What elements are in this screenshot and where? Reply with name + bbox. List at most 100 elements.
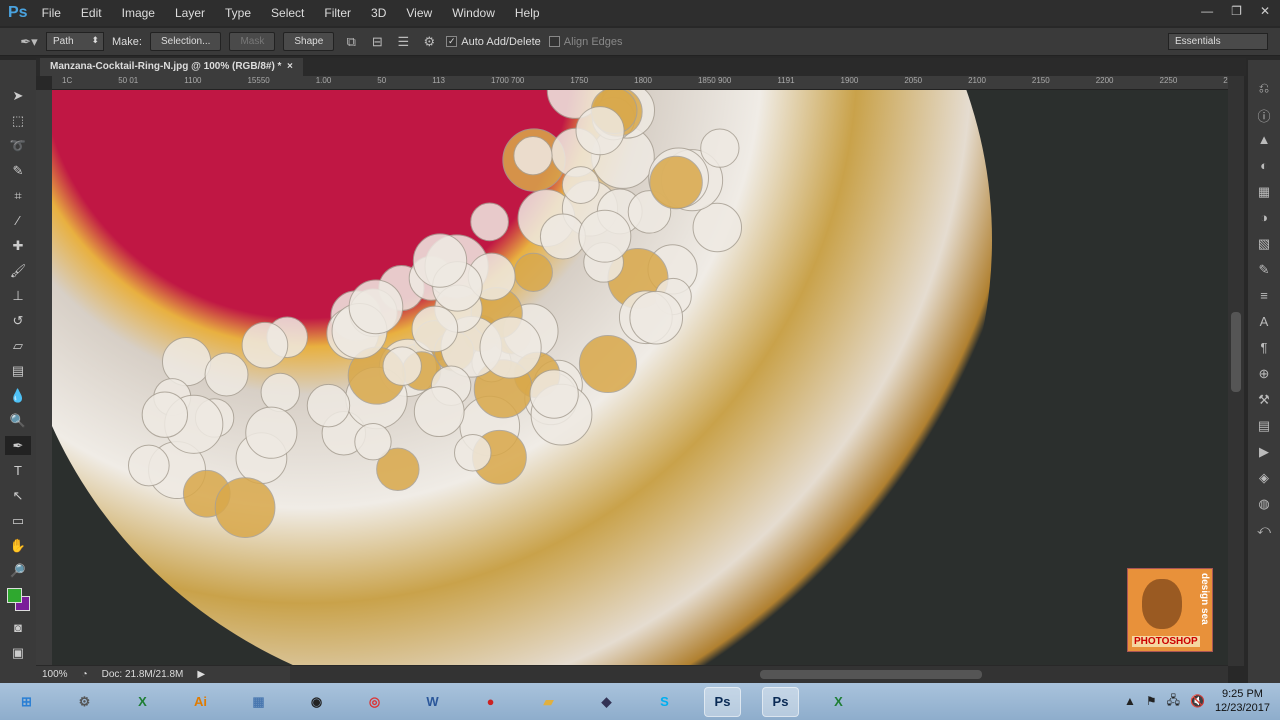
move-tool-icon[interactable]: ➤ bbox=[13, 86, 24, 105]
taskbar-excel-2-icon[interactable]: X bbox=[820, 687, 857, 717]
healing-brush-tool-icon[interactable]: ✚ bbox=[13, 236, 24, 255]
history-panel-icon[interactable]: ⎌ bbox=[1259, 80, 1269, 100]
color-panel-icon[interactable]: ◐ bbox=[1260, 158, 1268, 178]
layers-panel-icon[interactable]: ◈ bbox=[1259, 470, 1269, 490]
info-panel-icon[interactable]: ⓘ bbox=[1257, 106, 1270, 126]
taskbar-excel-icon[interactable]: X bbox=[124, 687, 161, 717]
menu-3d[interactable]: 3D bbox=[371, 6, 386, 20]
paths-panel-icon[interactable]: ⤺ bbox=[1257, 522, 1271, 542]
network-icon[interactable]: 🖧 bbox=[1167, 691, 1180, 712]
marquee-tool-icon[interactable]: ⬚ bbox=[12, 111, 24, 130]
taskbar-illustrator-icon[interactable]: Ai bbox=[182, 687, 219, 717]
auto-add-delete-checkbox[interactable]: ✓ Auto Add/Delete bbox=[446, 36, 541, 48]
zoom-tool-icon[interactable]: 🔎 bbox=[10, 561, 26, 580]
quick-mask-icon[interactable]: ◙ bbox=[14, 618, 22, 637]
taskbar-globe-icon[interactable]: ◉ bbox=[298, 687, 335, 717]
clock[interactable]: 9:25 PM 12/23/2017 bbox=[1215, 687, 1270, 715]
horizontal-scroll-thumb[interactable] bbox=[760, 670, 982, 679]
path-selection-tool-icon[interactable]: ↖ bbox=[13, 486, 24, 505]
document-tab[interactable]: Manzana-Cocktail-Ring-N.jpg @ 100% (RGB/… bbox=[40, 58, 303, 76]
gear-icon[interactable]: ⚙ bbox=[420, 34, 438, 50]
taskbar-skype-icon[interactable]: S bbox=[646, 687, 683, 717]
actions-panel-icon[interactable]: ▶ bbox=[1259, 444, 1269, 464]
path-operations-icon[interactable]: ⧉ bbox=[342, 34, 360, 50]
tool-presets-icon[interactable]: ⚒ bbox=[1258, 392, 1270, 412]
window-controls: — ❐ ✕ bbox=[1201, 4, 1270, 18]
history-brush-tool-icon[interactable]: ↺ bbox=[13, 311, 24, 330]
action-center-icon[interactable]: ⚑ bbox=[1146, 694, 1157, 708]
menu-select[interactable]: Select bbox=[271, 6, 304, 20]
menu-filter[interactable]: Filter bbox=[324, 6, 351, 20]
taskbar-chrome-icon[interactable]: ◎ bbox=[356, 687, 393, 717]
adjustments-panel-icon[interactable]: ◑ bbox=[1260, 210, 1268, 230]
taskbar-calculator-icon[interactable]: ▦ bbox=[240, 687, 277, 717]
layer-comps-icon[interactable]: ▤ bbox=[1258, 418, 1270, 438]
dodge-tool-icon[interactable]: 🔍 bbox=[10, 411, 26, 430]
rectangle-tool-icon[interactable]: ▭ bbox=[12, 511, 24, 530]
menu-file[interactable]: File bbox=[42, 6, 61, 20]
clone-source-icon[interactable]: ⊕ bbox=[1259, 366, 1270, 386]
show-hidden-icons[interactable]: ▲ bbox=[1124, 694, 1136, 708]
taskbar-explorer-settings-icon[interactable]: ⚙ bbox=[66, 687, 103, 717]
clone-stamp-tool-icon[interactable]: ⊥ bbox=[12, 286, 23, 305]
lasso-tool-icon[interactable]: ➰ bbox=[10, 136, 26, 155]
color-swatches[interactable] bbox=[5, 586, 31, 612]
vertical-scroll-thumb[interactable] bbox=[1231, 312, 1241, 392]
blur-tool-icon[interactable]: 💧 bbox=[10, 386, 26, 405]
taskbar-recorder-icon[interactable]: ● bbox=[472, 687, 509, 717]
align-edges-checkbox[interactable]: Align Edges bbox=[548, 36, 623, 48]
styles-panel-icon[interactable]: ▧ bbox=[1258, 236, 1270, 256]
taskbar-photoshop-1-icon[interactable]: Ps bbox=[704, 686, 741, 717]
menu-edit[interactable]: Edit bbox=[81, 6, 102, 20]
path-arrangement-icon[interactable]: ☰ bbox=[394, 34, 412, 50]
document-canvas[interactable] bbox=[52, 90, 1228, 665]
volume-muted-icon[interactable]: 🔇 bbox=[1190, 694, 1205, 708]
pen-tool-icon[interactable]: ✒ bbox=[5, 436, 31, 455]
make-selection-button[interactable]: Selection... bbox=[149, 32, 222, 51]
quick-select-tool-icon[interactable]: ✎ bbox=[13, 161, 24, 180]
menu-help[interactable]: Help bbox=[515, 6, 540, 20]
horizontal-scrollbar[interactable] bbox=[290, 666, 1228, 683]
swatches-panel-icon[interactable]: ▦ bbox=[1258, 184, 1270, 204]
make-mask-button[interactable]: Mask bbox=[229, 32, 276, 51]
menu-view[interactable]: View bbox=[406, 6, 432, 20]
gradient-tool-icon[interactable]: ▤ bbox=[12, 361, 24, 380]
close-tab-icon[interactable]: × bbox=[287, 61, 293, 72]
brush-tool-icon[interactable]: 🖌 bbox=[10, 261, 27, 280]
menu-layer[interactable]: Layer bbox=[175, 6, 205, 20]
make-shape-button[interactable]: Shape bbox=[283, 32, 335, 51]
taskbar-folder-icon[interactable]: ▰ bbox=[530, 687, 567, 717]
close-button[interactable]: ✕ bbox=[1260, 4, 1270, 18]
taskbar-photoshop-2-icon[interactable]: Ps bbox=[762, 686, 799, 717]
minimize-button[interactable]: — bbox=[1201, 4, 1213, 18]
path-alignment-icon[interactable]: ⊟ bbox=[368, 34, 386, 50]
pen-mode-select[interactable]: Path bbox=[46, 32, 104, 51]
pen-tool-preset-icon[interactable]: ✒▾ bbox=[20, 34, 38, 50]
restore-button[interactable]: ❐ bbox=[1231, 4, 1242, 18]
menu-image[interactable]: Image bbox=[122, 6, 155, 20]
brush-panel-icon[interactable]: ✎ bbox=[1259, 262, 1270, 282]
type-tool-icon[interactable]: T bbox=[14, 461, 22, 480]
foreground-color[interactable] bbox=[7, 588, 22, 603]
menu-type[interactable]: Type bbox=[225, 6, 251, 20]
menu-window[interactable]: Window bbox=[452, 6, 495, 20]
zoom-level[interactable]: 100% bbox=[42, 669, 68, 680]
taskbar-start-icon[interactable]: ⊞ bbox=[8, 687, 45, 717]
vertical-scrollbar[interactable] bbox=[1228, 76, 1244, 666]
brush-presets-icon[interactable]: ≡ bbox=[1260, 288, 1268, 308]
ruler-label: 50 bbox=[377, 76, 387, 85]
workspace-select[interactable]: Essentials bbox=[1168, 33, 1268, 50]
taskbar-word-icon[interactable]: W bbox=[414, 687, 451, 717]
channels-panel-icon[interactable]: ◍ bbox=[1258, 496, 1269, 516]
character-panel-icon[interactable]: A bbox=[1260, 314, 1269, 334]
eraser-tool-icon[interactable]: ▱ bbox=[13, 336, 23, 355]
status-info-icon[interactable]: ◔ bbox=[82, 669, 88, 680]
crop-tool-icon[interactable]: ⌗ bbox=[14, 186, 21, 205]
hand-tool-icon[interactable]: ✋ bbox=[10, 536, 26, 555]
screen-mode-icon[interactable]: ▣ bbox=[12, 643, 24, 662]
paragraph-panel-icon[interactable]: ¶ bbox=[1261, 340, 1268, 360]
taskbar-media-icon[interactable]: ◆ bbox=[588, 687, 625, 717]
histogram-panel-icon[interactable]: ▲ bbox=[1258, 132, 1271, 152]
eyedropper-tool-icon[interactable]: ⁄ bbox=[17, 211, 19, 230]
status-menu-arrow-icon[interactable]: ▶ bbox=[197, 669, 205, 680]
